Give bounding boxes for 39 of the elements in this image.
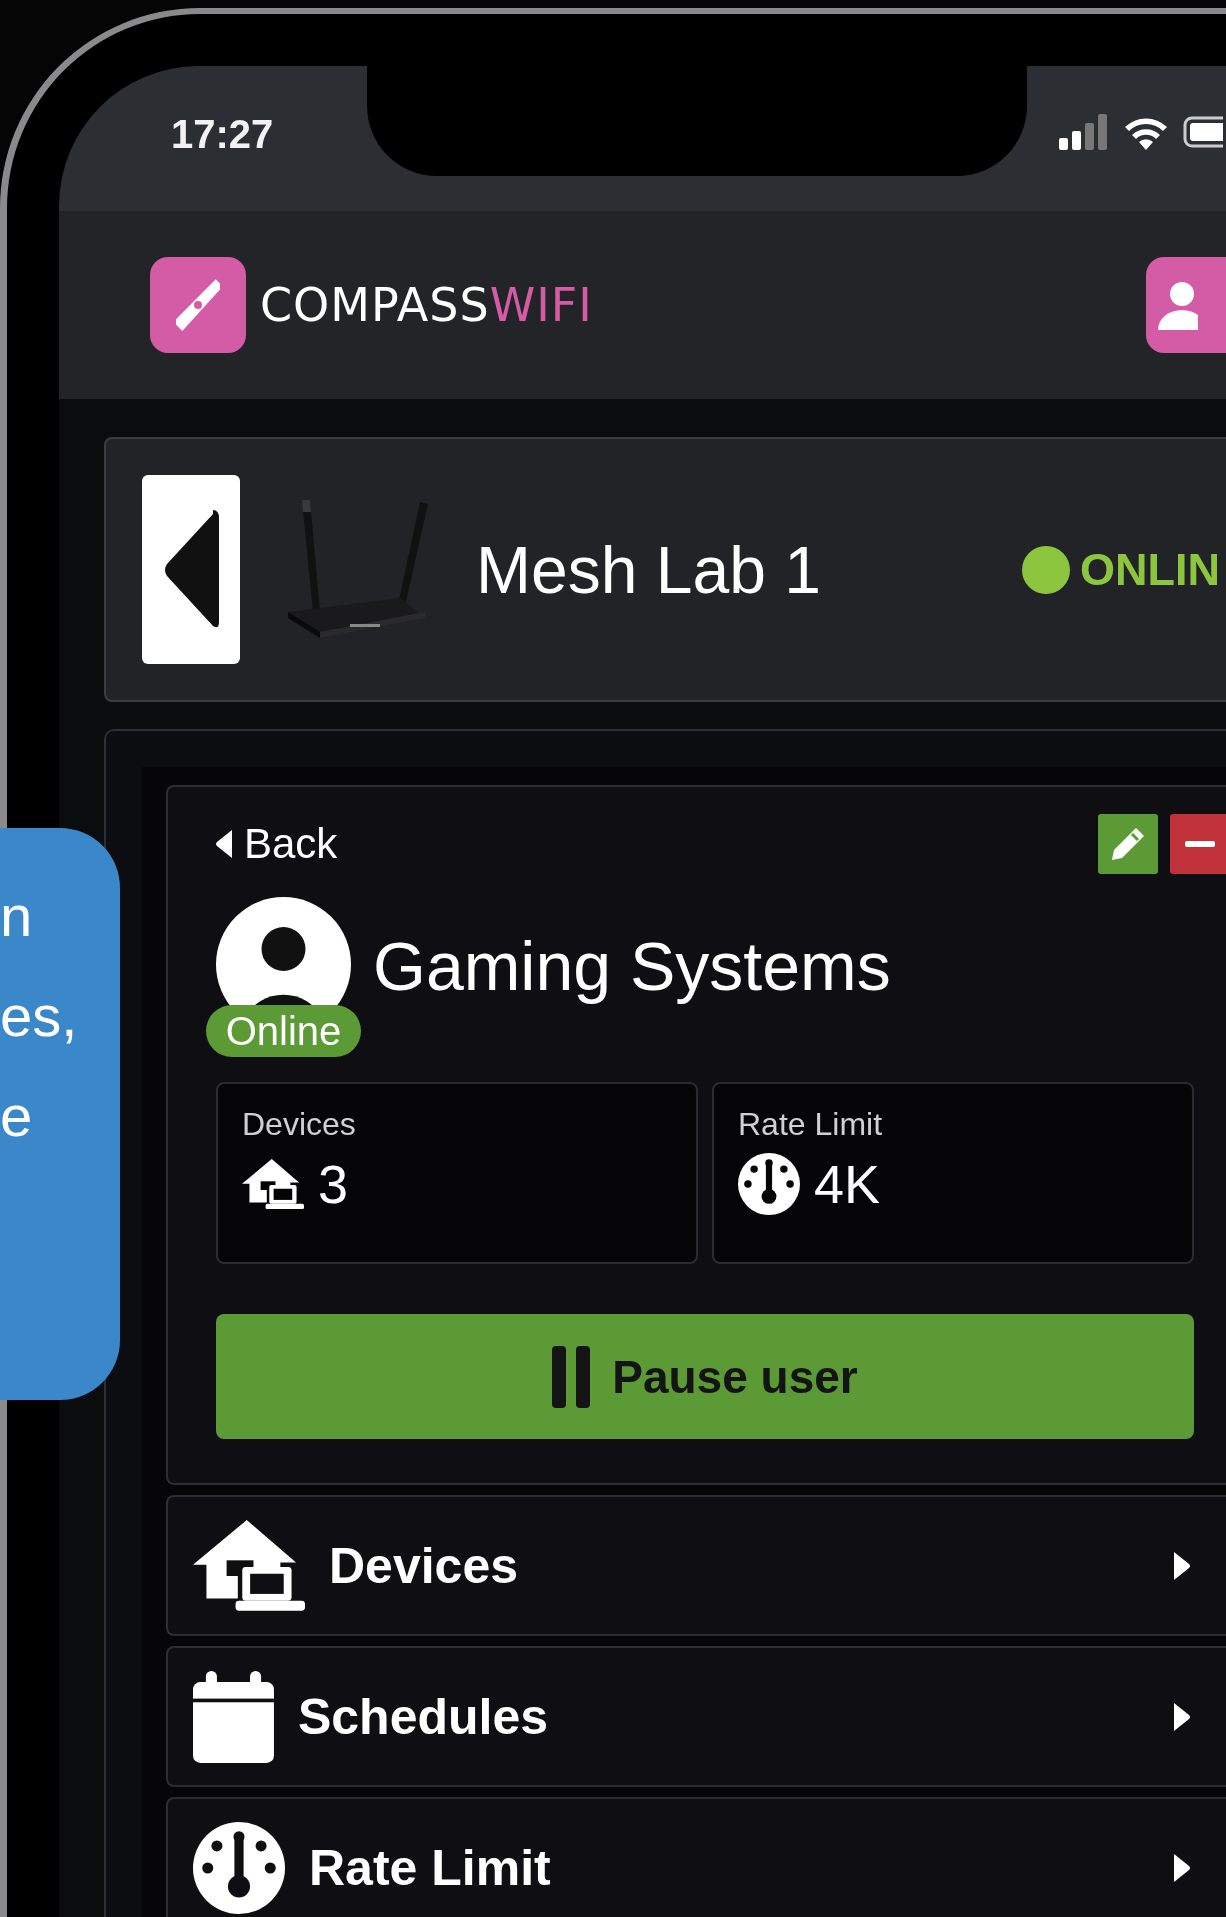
house-laptop-icon	[193, 1519, 305, 1612]
signal-icon	[1059, 114, 1109, 150]
profile-button[interactable]	[1146, 257, 1226, 353]
back-button[interactable]	[142, 475, 240, 664]
back-link[interactable]: Back	[216, 820, 338, 868]
edit-button[interactable]	[1098, 814, 1158, 874]
stat-label: Devices	[242, 1106, 357, 1143]
chevron-right-icon	[1174, 1702, 1190, 1731]
house-laptop-icon	[242, 1158, 304, 1210]
device-status: ONLIN	[1080, 543, 1220, 596]
pause-button[interactable]: Pause user	[216, 1314, 1194, 1439]
tooltip-text: n	[0, 882, 34, 950]
gauge-icon	[193, 1821, 285, 1914]
tooltip-text: e	[0, 1082, 34, 1150]
menu-item[interactable]: Schedules	[166, 1646, 1226, 1787]
menu-item[interactable]: Rate Limit	[166, 1797, 1226, 1917]
pencil-icon	[1110, 826, 1146, 862]
device-name: Mesh Lab 1	[476, 531, 821, 608]
person-icon	[1158, 280, 1198, 330]
pause-icon	[552, 1345, 591, 1408]
status-time: 17:27	[171, 112, 274, 157]
minus-icon	[1185, 841, 1215, 847]
chevron-right-icon	[1174, 1853, 1190, 1882]
stat-value: 3	[318, 1153, 349, 1215]
stat-value: 4K	[814, 1153, 881, 1215]
brand-name: COMPASSWIFI	[260, 278, 593, 332]
tooltip-text: es,	[0, 982, 79, 1050]
user-name: Gaming Systems	[373, 927, 891, 1005]
triangle-left-icon	[163, 509, 219, 630]
caret-icon	[216, 830, 232, 858]
chevron-right-icon	[1174, 1551, 1190, 1580]
delete-button[interactable]	[1170, 814, 1226, 874]
stat-label: Rate Limit	[738, 1106, 884, 1143]
status-badge: Online	[206, 1005, 361, 1057]
battery-icon	[1183, 114, 1223, 150]
menu-item[interactable]: Devices	[166, 1495, 1226, 1636]
calendar-icon	[193, 1670, 274, 1763]
gauge-icon	[738, 1153, 800, 1215]
compass-logo-icon	[150, 257, 246, 353]
